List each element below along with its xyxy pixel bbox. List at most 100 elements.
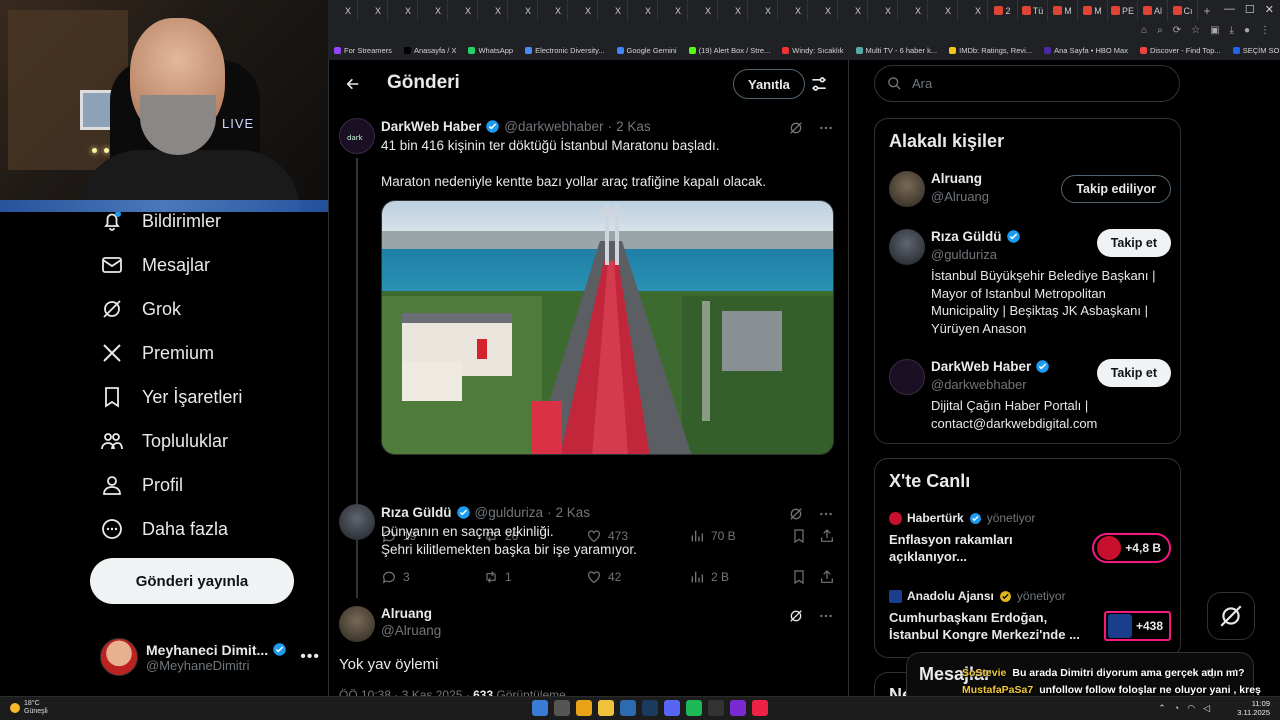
- browser-tab[interactable]: X: [958, 0, 988, 21]
- listener-badge[interactable]: +438: [1103, 611, 1171, 641]
- volume-icon[interactable]: ◁: [1203, 703, 1210, 714]
- bookmark-action[interactable]: [791, 569, 807, 585]
- app-icon[interactable]: [730, 700, 746, 716]
- bookmark-item[interactable]: Discover - Find Top...: [1134, 46, 1227, 55]
- like-action[interactable]: 42: [586, 569, 621, 585]
- nav-messages[interactable]: Mesajlar: [100, 245, 210, 285]
- browser-tab[interactable]: X: [748, 0, 778, 21]
- browser-tab[interactable]: X: [538, 0, 568, 21]
- repost-action[interactable]: 1: [483, 569, 512, 585]
- nav-premium[interactable]: Premium: [100, 333, 214, 373]
- post-timestamp[interactable]: ÖÖ 10:38 · 3 Kas 2025 ·: [339, 688, 470, 696]
- bookmark-item[interactable]: (19) Alert Box / Stre...: [683, 46, 777, 55]
- person-alruang[interactable]: Alruang @Alruang Takip ediliyor: [889, 171, 1171, 211]
- avatar[interactable]: [889, 171, 925, 207]
- bookmark-item[interactable]: Google Gemini: [611, 46, 683, 55]
- bookmark-item[interactable]: Anasayfa / X: [398, 46, 463, 55]
- browser-tab[interactable]: X: [508, 0, 538, 21]
- browser-tab[interactable]: X: [358, 0, 388, 21]
- bookmark-item[interactable]: Ana Sayfa • HBO Max: [1038, 46, 1134, 55]
- bookmark-item[interactable]: SEÇİM SONUÇLARI...: [1227, 46, 1280, 55]
- epic-icon[interactable]: [708, 700, 724, 716]
- browser-tab[interactable]: X: [808, 0, 838, 21]
- grok-float-button[interactable]: [1207, 592, 1255, 640]
- new-tab-button[interactable]: +: [1198, 4, 1216, 18]
- folder-icon[interactable]: [598, 700, 614, 716]
- zoom-icon[interactable]: ⌕: [1157, 25, 1163, 36]
- bookmark-item[interactable]: Electronic Diversity...: [519, 46, 610, 55]
- maximize-icon[interactable]: ☐: [1245, 3, 1255, 16]
- more-horizontal-icon[interactable]: [818, 608, 834, 624]
- follow-button[interactable]: Takip et: [1096, 229, 1171, 257]
- avatar[interactable]: [889, 229, 925, 265]
- browser-tab[interactable]: X: [658, 0, 688, 21]
- browser-tab[interactable]: X: [388, 0, 418, 21]
- reply-action[interactable]: 3: [381, 569, 410, 585]
- avatar-darkwebhaber[interactable]: dark: [339, 118, 375, 154]
- avatar-alruang[interactable]: [339, 606, 375, 642]
- nav-profile[interactable]: Profil: [100, 465, 183, 505]
- browser-tab[interactable]: X: [598, 0, 628, 21]
- author-handle[interactable]: @Alruang: [381, 623, 441, 638]
- bookmark-item[interactable]: Multi TV - 6 haber k...: [850, 46, 944, 55]
- browser-tab[interactable]: X: [448, 0, 478, 21]
- author-name[interactable]: DarkWeb Haber: [381, 119, 481, 134]
- download-icon[interactable]: ⤓: [1230, 25, 1234, 36]
- avatar[interactable]: [889, 359, 925, 395]
- search-input[interactable]: [912, 76, 1142, 91]
- post-button[interactable]: Gönderi yayınla: [90, 558, 294, 604]
- grok-icon[interactable]: [788, 506, 804, 522]
- browser-tab[interactable]: X: [328, 0, 358, 21]
- minimize-icon[interactable]: —: [1224, 3, 1235, 16]
- wifi-icon[interactable]: ◠: [1187, 703, 1195, 714]
- follow-button[interactable]: Takip et: [1096, 359, 1171, 387]
- bookmark-item[interactable]: IMDb: Ratings, Revi...: [943, 46, 1038, 55]
- bookmark-item[interactable]: WhatsApp: [462, 46, 519, 55]
- avatar-gulduriza[interactable]: [339, 504, 375, 540]
- translate-icon[interactable]: ⟳: [1173, 25, 1181, 36]
- browser-tab[interactable]: Tü: [1018, 0, 1048, 21]
- bookmark-item[interactable]: For Streamers: [328, 46, 398, 55]
- browser-tab[interactable]: X: [568, 0, 598, 21]
- account-more-icon[interactable]: •••: [300, 648, 320, 666]
- browser-tab[interactable]: X: [778, 0, 808, 21]
- nav-communities[interactable]: Topluluklar: [100, 421, 228, 461]
- spotify-icon[interactable]: [686, 700, 702, 716]
- more-horizontal-icon[interactable]: [818, 506, 834, 522]
- views-action[interactable]: 2 B: [689, 569, 729, 585]
- browser-tab[interactable]: Al: [1138, 0, 1168, 21]
- browser-tab[interactable]: PE: [1108, 0, 1138, 21]
- chrome-icon[interactable]: [576, 700, 592, 716]
- browser-tab[interactable]: X: [688, 0, 718, 21]
- account-switcher[interactable]: Meyhaneci Dimit... @MeyhaneDimitri •••: [100, 632, 320, 682]
- start-icon[interactable]: [532, 700, 548, 716]
- weather-widget[interactable]: 18°C Güneşli: [10, 700, 48, 716]
- search-icon[interactable]: [554, 700, 570, 716]
- browser-tab[interactable]: X: [868, 0, 898, 21]
- live-space-anadolu[interactable]: Anadolu Ajansı yönetiyor Cumhurbaşkanı E…: [889, 589, 1171, 645]
- browser-tab[interactable]: X: [838, 0, 868, 21]
- app-icon[interactable]: [620, 700, 636, 716]
- nav-more[interactable]: Daha fazla: [100, 509, 228, 549]
- cast-icon[interactable]: ⌂: [1141, 25, 1147, 36]
- nav-grok[interactable]: Grok: [100, 289, 181, 329]
- reply-button[interactable]: Yanıtla: [733, 69, 805, 99]
- extensions-icon[interactable]: ▣: [1210, 25, 1219, 36]
- person-darkwebhaber[interactable]: DarkWeb Haber @darkwebhaber Dijital Çağı…: [889, 359, 1171, 439]
- browser-tab[interactable]: Cı: [1168, 0, 1198, 21]
- obs-icon[interactable]: [752, 700, 768, 716]
- author-name[interactable]: Alruang: [381, 606, 432, 621]
- star-icon[interactable]: ☆: [1191, 25, 1200, 36]
- browser-tab[interactable]: X: [898, 0, 928, 21]
- discord-icon[interactable]: [664, 700, 680, 716]
- nav-bookmarks[interactable]: Yer İşaretleri: [100, 377, 242, 417]
- author-handle[interactable]: @gulduriza: [475, 505, 544, 520]
- sliders-icon[interactable]: [809, 74, 829, 94]
- browser-tab[interactable]: 2: [988, 0, 1018, 21]
- tweet-image[interactable]: [381, 200, 834, 455]
- bookmark-item[interactable]: Windy: Sıcaklık: [776, 46, 849, 55]
- browser-tab[interactable]: X: [478, 0, 508, 21]
- following-button[interactable]: Takip ediliyor: [1061, 175, 1171, 203]
- author-name[interactable]: Rıza Güldü: [381, 505, 452, 520]
- browser-tab[interactable]: X: [418, 0, 448, 21]
